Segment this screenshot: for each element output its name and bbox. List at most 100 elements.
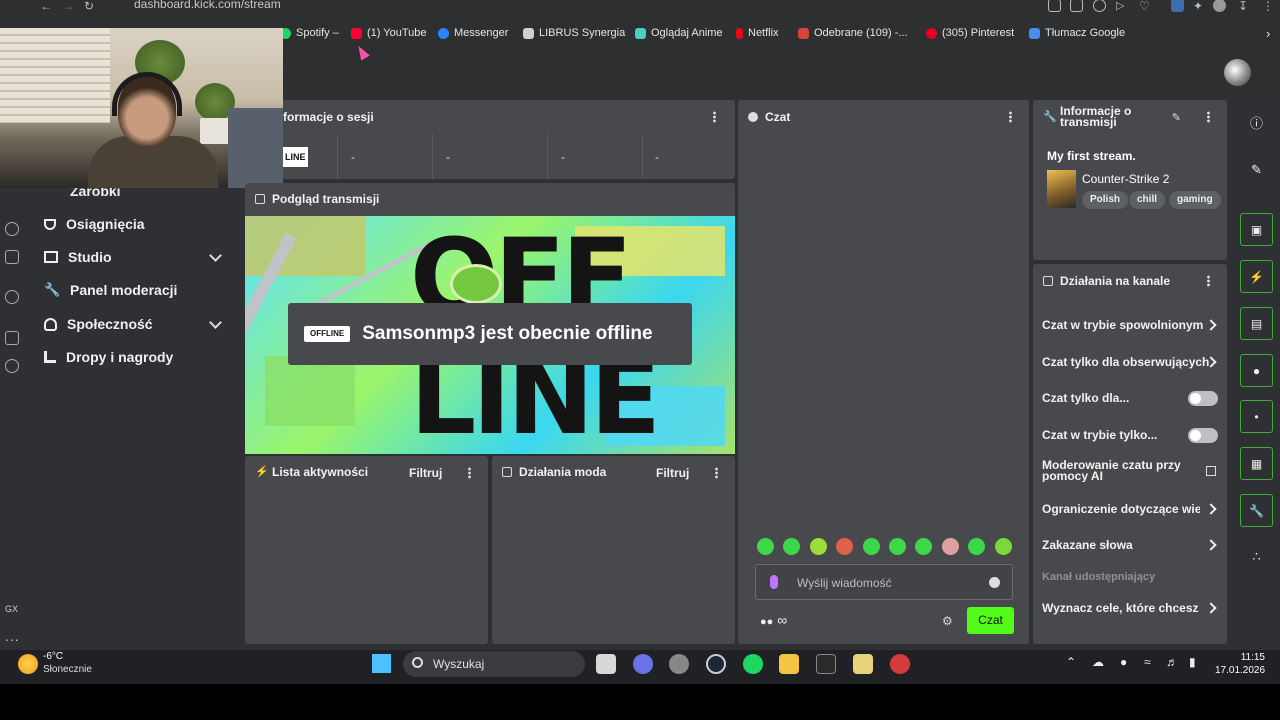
sidebar-item-achievements[interactable]: Osiągnięcia [44, 214, 145, 234]
kebab-menu-icon[interactable] [468, 467, 471, 479]
play-icon[interactable]: ▷ [1116, 0, 1129, 12]
goals-option[interactable]: Wyznacz cele, które chcesz osiągnąć [1042, 601, 1200, 615]
emote-icon[interactable] [783, 538, 801, 555]
bookmark-anime[interactable]: Oglądaj Anime [635, 25, 723, 41]
rail-icon-2[interactable] [5, 250, 19, 264]
taskbar-search[interactable]: Wyszukaj [403, 651, 585, 677]
send-chat-button[interactable]: Czat [967, 607, 1014, 634]
gear-icon[interactable]: ⚙ [942, 614, 953, 628]
emote-only-toggle[interactable] [1188, 428, 1218, 443]
edit-icon[interactable]: ✎ [1172, 111, 1181, 124]
emote-icon[interactable] [941, 538, 959, 555]
sidebar-item-moderation[interactable]: 🔧 Panel moderacji [44, 280, 177, 300]
bookmark-librus[interactable]: LIBRUS Synergia [523, 25, 625, 41]
kebab-menu-icon[interactable] [713, 111, 716, 123]
sidebar-item-studio[interactable]: Studio [44, 247, 112, 267]
kebab-menu-icon[interactable] [1207, 275, 1210, 287]
address-bar[interactable]: dashboard.kick.com/stream [134, 0, 281, 11]
sidebar-item-community[interactable]: Społeczność [44, 314, 153, 334]
tray-expand-icon[interactable]: ⌃ [1066, 655, 1076, 669]
profile-extension-icon[interactable] [1171, 0, 1184, 12]
screenshot-icon[interactable] [1070, 0, 1083, 12]
heart-icon[interactable]: ♡ [1139, 0, 1152, 13]
reload-icon[interactable]: ↻ [84, 0, 94, 12]
emote-icon[interactable] [889, 538, 906, 555]
more-icon[interactable]: ... [5, 628, 20, 644]
opera-gx-icon[interactable] [890, 654, 910, 674]
puzzle-icon[interactable]: ✦ [1193, 0, 1206, 13]
bookmark-spotify[interactable]: Spotify – [280, 25, 339, 41]
kick-points-icon[interactable]: ∴ [1240, 540, 1273, 573]
extension-icon[interactable] [1048, 0, 1061, 12]
emote-icon[interactable] [968, 538, 986, 555]
rail-icon-5[interactable] [5, 359, 19, 373]
edit-icon[interactable]: ✎ [1240, 153, 1273, 186]
battery-icon[interactable]: ▮ [1189, 655, 1196, 669]
spotify-icon[interactable] [743, 654, 763, 674]
kebab-menu-icon[interactable] [715, 467, 718, 479]
followers-only-option[interactable]: Czat tylko dla obserwujących [1042, 355, 1217, 369]
forward-icon[interactable]: → [62, 0, 74, 12]
banned-words-option[interactable]: Zakazane słowa [1042, 538, 1217, 552]
sidebar-item-drops[interactable]: Dropy i nagrody [44, 347, 173, 367]
rail-icon-4[interactable] [5, 331, 19, 345]
slow-mode-option[interactable]: Czat w trybie spowolnionym [1042, 318, 1217, 332]
chat-icon[interactable]: ● [1240, 354, 1273, 387]
file-explorer-icon[interactable] [779, 654, 799, 674]
wrench-icon[interactable]: 🔧 [1240, 494, 1273, 527]
bookmark-youtube[interactable]: (1) YouTube [351, 25, 427, 41]
info-icon[interactable]: ⓘ [1240, 106, 1273, 139]
emoji-icon[interactable] [989, 577, 1000, 588]
filter-button[interactable]: Filtruj [656, 466, 689, 480]
clipboard-icon[interactable]: ▤ [1240, 307, 1273, 340]
shield-icon[interactable] [1093, 0, 1106, 12]
account-icon[interactable] [1213, 0, 1226, 12]
epic-games-icon[interactable] [816, 654, 836, 674]
rail-messenger-icon[interactable] [5, 290, 19, 304]
microphone-icon[interactable] [770, 575, 778, 589]
broadcast-icon[interactable]: • [1240, 400, 1273, 433]
emote-icon[interactable] [862, 538, 880, 555]
lightning-icon[interactable]: ⚡ [1240, 260, 1273, 293]
external-link-icon[interactable] [1206, 466, 1216, 476]
back-icon[interactable]: ← [40, 0, 52, 12]
bookmark-messenger[interactable]: Messenger [438, 25, 508, 41]
emote-icon[interactable] [915, 538, 933, 555]
ai-moderation-option[interactable]: Moderowanie czatu przy pomocy AI [1042, 460, 1192, 482]
subscribers-only-toggle[interactable] [1188, 391, 1218, 406]
weather-icon[interactable] [18, 654, 38, 674]
task-view-icon[interactable] [596, 654, 616, 674]
emote-icon[interactable] [809, 538, 827, 555]
age-restriction-option[interactable]: Ograniczenie dotyczące wieku [1042, 502, 1200, 516]
chevron-right-icon[interactable] [1205, 602, 1217, 614]
chevron-right-icon[interactable] [1205, 503, 1217, 515]
user-avatar[interactable] [1224, 59, 1251, 86]
windows-start-icon[interactable] [372, 654, 391, 673]
preview-toggle-icon[interactable]: ▣ [1240, 213, 1273, 246]
bookmark-pinterest[interactable]: (305) Pinterest [926, 25, 1014, 41]
emote-icon[interactable] [836, 538, 854, 555]
rail-icon-1[interactable] [5, 222, 19, 236]
game-launcher-icon[interactable] [853, 654, 873, 674]
bookmark-netflix[interactable]: Netflix [736, 25, 779, 41]
more-bookmarks-icon[interactable]: › [1266, 25, 1270, 41]
wifi-icon[interactable]: ≈ [1144, 655, 1151, 669]
download-icon[interactable]: ↧ [1238, 0, 1251, 13]
steam-icon[interactable] [706, 654, 726, 674]
chat-message-input[interactable]: Wyślij wiadomość [755, 564, 1013, 600]
bookmark-translate[interactable]: Tłumacz Google [1029, 25, 1125, 41]
obs-icon[interactable] [669, 654, 689, 674]
discord-icon[interactable] [633, 654, 653, 674]
kebab-menu-icon[interactable] [1009, 111, 1012, 123]
volume-icon[interactable]: ♬ [1166, 655, 1178, 669]
emote-icon[interactable] [994, 538, 1012, 555]
emote-icon[interactable] [757, 538, 774, 555]
cloud-icon[interactable]: ☁ [1092, 655, 1104, 669]
kebab-menu-icon[interactable] [1207, 111, 1210, 123]
channel-icon[interactable]: ▦ [1240, 447, 1273, 480]
taskbar-clock[interactable]: 11:15 17.01.2026 [1215, 651, 1265, 677]
filter-button[interactable]: Filtruj [409, 466, 442, 480]
menu-icon[interactable]: ⋮ [1262, 0, 1275, 13]
chat-mode-indicator[interactable]: ●● ∞ [760, 612, 787, 628]
microphone-icon[interactable]: ● [1120, 655, 1127, 669]
